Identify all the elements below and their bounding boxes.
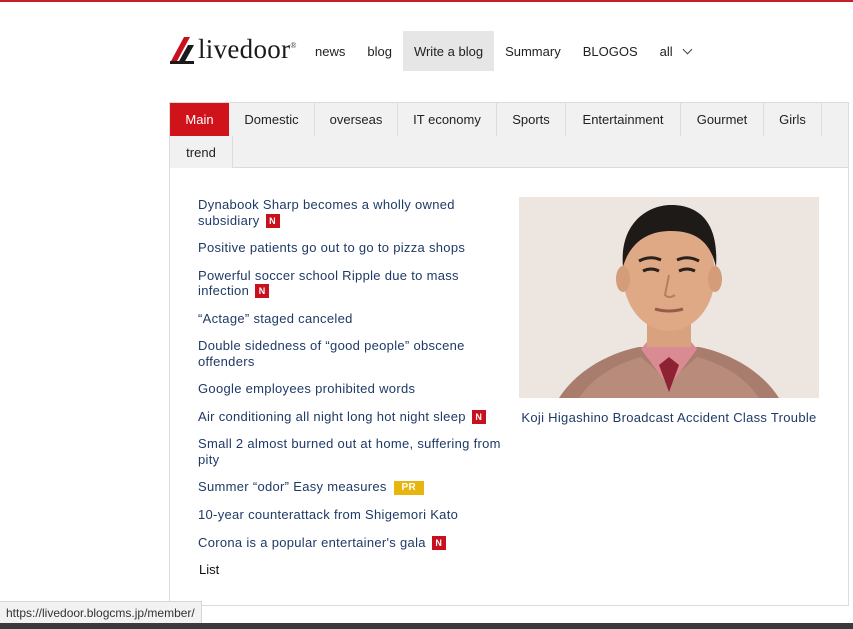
news-item[interactable]: Powerful soccer school Ripple due to mas… — [198, 268, 508, 299]
news-item[interactable]: Air conditioning all night long hot nigh… — [198, 409, 508, 425]
news-item[interactable]: Google employees prohibited words — [198, 381, 508, 397]
nav-write-a-blog[interactable]: Write a blog — [402, 31, 495, 71]
new-badge: N — [255, 284, 270, 298]
tab-overseas[interactable]: overseas — [315, 103, 398, 136]
pr-badge: PR — [393, 481, 424, 495]
new-badge: N — [265, 213, 280, 228]
nav-blogos[interactable]: BLOGOS — [572, 31, 649, 71]
tab-sports[interactable]: Sports — [497, 103, 566, 136]
nav-summary[interactable]: Summary — [494, 31, 572, 71]
list-link[interactable]: List — [199, 562, 219, 577]
status-url: https://livedoor.blogcms.jp/member/ — [6, 605, 195, 620]
nav-blog[interactable]: blog — [356, 31, 403, 71]
feature-photo[interactable] — [519, 197, 819, 398]
taskbar-strip — [0, 623, 853, 629]
browser-status-bar: https://livedoor.blogcms.jp/member/ — [0, 601, 202, 623]
news-item[interactable]: “Actage” staged canceled — [198, 311, 508, 327]
news-item[interactable]: Corona is a popular entertainer's gala N — [198, 535, 508, 551]
nav-all-label: all — [659, 43, 673, 59]
tab-entertainment[interactable]: Entertainment — [566, 103, 681, 136]
chevron-down-icon — [682, 44, 693, 54]
news-item[interactable]: Small 2 almost burned out at home, suffe… — [198, 436, 508, 467]
tab-gourmet[interactable]: Gourmet — [681, 103, 764, 136]
top-accent-line — [0, 0, 853, 2]
tab-trend[interactable]: trend — [170, 136, 233, 169]
news-item[interactable]: Positive patients go out to go to pizza … — [198, 240, 508, 256]
livedoor-logo-icon — [168, 35, 196, 65]
top-nav: news blog Write a blog Summary BLOGOS al… — [304, 31, 702, 71]
news-item[interactable]: Double sidedness of “good people” obscen… — [198, 338, 508, 369]
news-item[interactable]: Summer “odor” Easy measures PR — [198, 479, 508, 495]
livedoor-logo[interactable]: livedoor® — [168, 34, 297, 65]
tab-main[interactable]: Main — [170, 103, 229, 136]
news-item[interactable]: 10-year counterattack from Shigemori Kat… — [198, 507, 508, 523]
news-list: Dynabook Sharp becomes a wholly owned su… — [198, 197, 508, 562]
tab-girls[interactable]: Girls — [764, 103, 822, 136]
tab-domestic[interactable]: Domestic — [229, 103, 315, 136]
feature-caption[interactable]: Koji Higashino Broadcast Accident Class … — [519, 410, 819, 425]
tab-it-economy[interactable]: IT economy — [398, 103, 497, 136]
news-item[interactable]: Dynabook Sharp becomes a wholly owned su… — [198, 197, 508, 228]
logo-wordmark: livedoor® — [198, 34, 297, 64]
portrait-illustration — [519, 197, 819, 398]
new-badge: N — [471, 409, 486, 424]
nav-news[interactable]: news — [304, 31, 356, 71]
new-badge: N — [431, 535, 446, 550]
category-tabs: Main Domestic overseas IT economy Sports… — [169, 102, 849, 169]
nav-all-dropdown[interactable]: all — [649, 31, 702, 71]
